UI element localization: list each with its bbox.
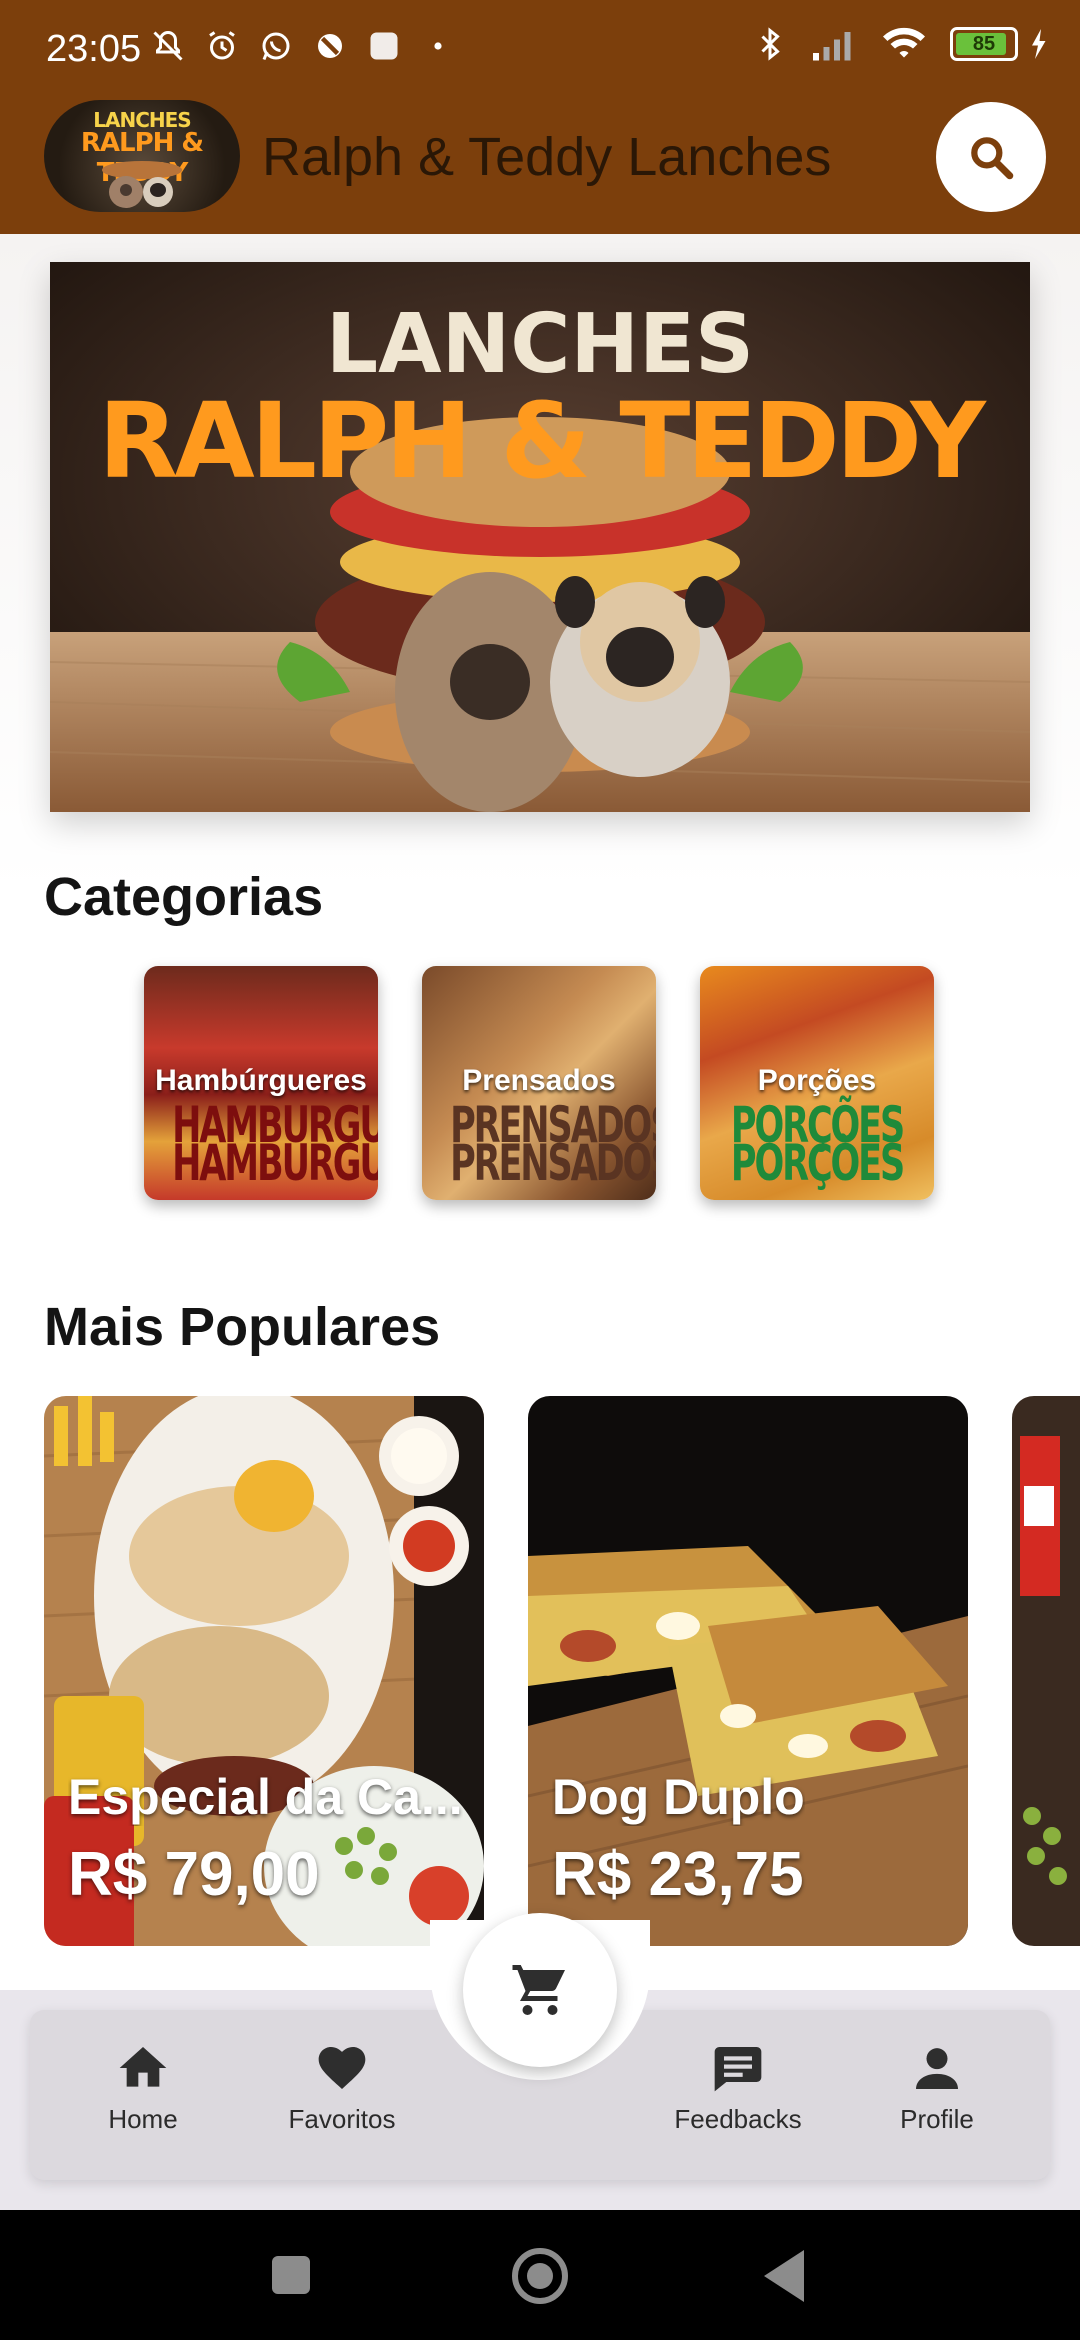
nav-item-feedbacks[interactable]: Feedbacks — [658, 2040, 818, 2160]
category-label: Prensados — [462, 1064, 616, 1097]
banner-title-top: LANCHES — [326, 297, 754, 392]
battery-level: 85 — [972, 32, 996, 55]
category-card-prensados[interactable]: PRENSADOS PRENSADOS Prensados — [422, 966, 656, 1200]
data-saver-icon — [318, 34, 342, 58]
heart-icon — [318, 2047, 366, 2089]
cart-button[interactable] — [463, 1913, 617, 2067]
popular-item-card[interactable]: Especial da Ca... R$ 79,00 — [44, 1396, 484, 1946]
category-card-hamburgueres[interactable]: HAMBURGUER HAMBURGUER Hambúrgueres — [144, 966, 378, 1200]
back-button[interactable] — [764, 2250, 804, 2302]
banner-title-bottom: RALPH & TEDDY — [98, 380, 987, 502]
promo-banner[interactable]: LANCHES RALPH & TEDDY — [50, 262, 1030, 812]
popular-item-name: Dog Duplo — [552, 1769, 805, 1825]
popular-item-image — [1012, 1396, 1080, 1946]
status-system-icons: 85 — [752, 26, 1050, 62]
mute-icon — [153, 30, 183, 61]
nav-label: Feedbacks — [674, 2104, 802, 2134]
popular-item-price: R$ 23,75 — [552, 1840, 804, 1909]
category-overlay-text: PORÇÕES — [730, 1134, 905, 1192]
nav-label: Home — [108, 2104, 178, 2134]
category-card-porcoes[interactable]: PORÇÕES PORÇÕES Porções — [700, 966, 934, 1200]
person-icon — [916, 2048, 958, 2089]
search-button[interactable] — [936, 102, 1046, 212]
popular-item-price: R$ 79,00 — [68, 1840, 320, 1909]
app-header: 23:05 85 LANCHES RALPH & TEDDY — [0, 0, 1080, 234]
app-logo[interactable]: LANCHES RALPH & TEDDY — [44, 100, 240, 212]
whatsapp-icon — [262, 32, 290, 61]
app-notification-icon — [370, 32, 398, 60]
logo-dogs-image — [102, 161, 182, 208]
nav-item-home[interactable]: Home — [63, 2040, 223, 2160]
category-label: Porções — [757, 1064, 877, 1097]
popular-item-name: Especial da Ca... — [68, 1769, 463, 1825]
home-button[interactable] — [512, 2248, 568, 2304]
search-icon — [971, 137, 1014, 180]
category-overlay-text: HAMBURGUER — [172, 1134, 378, 1192]
charging-icon — [1032, 29, 1046, 59]
nav-item-profile[interactable]: Profile — [857, 2040, 1017, 2160]
banner-section: LANCHES RALPH & TEDDY — [0, 234, 1080, 894]
chat-icon — [714, 2047, 762, 2092]
popular-item-card-partial[interactable] — [1012, 1396, 1080, 1946]
recents-button[interactable] — [272, 2256, 310, 2294]
categories-title: Categorias — [44, 867, 324, 927]
wifi-icon — [883, 27, 925, 58]
alarm-icon — [209, 31, 235, 60]
signal-icon — [813, 32, 851, 61]
popular-title: Mais Populares — [44, 1297, 441, 1357]
status-notification-icons — [150, 28, 456, 64]
status-time: 23:05 — [46, 28, 142, 70]
home-icon — [119, 2047, 167, 2087]
nav-label: Favoritos — [288, 2104, 396, 2134]
more-dot-icon — [434, 42, 442, 50]
category-label: Hambúrgueres — [155, 1064, 367, 1097]
cart-icon — [512, 1965, 565, 2015]
banner-image: LANCHES RALPH & TEDDY — [50, 262, 1030, 812]
battery-indicator: 85 — [950, 27, 1018, 61]
status-bar: 23:05 85 — [0, 0, 1080, 96]
popular-item-card[interactable]: Dog Duplo R$ 23,75 — [528, 1396, 968, 1946]
nav-label: Profile — [900, 2104, 974, 2134]
category-overlay-text: PRENSADOS — [450, 1134, 656, 1192]
nav-item-favoritos[interactable]: Favoritos — [262, 2040, 422, 2160]
bluetooth-icon — [761, 27, 780, 61]
app-title: Ralph & Teddy Lanches — [262, 127, 832, 187]
